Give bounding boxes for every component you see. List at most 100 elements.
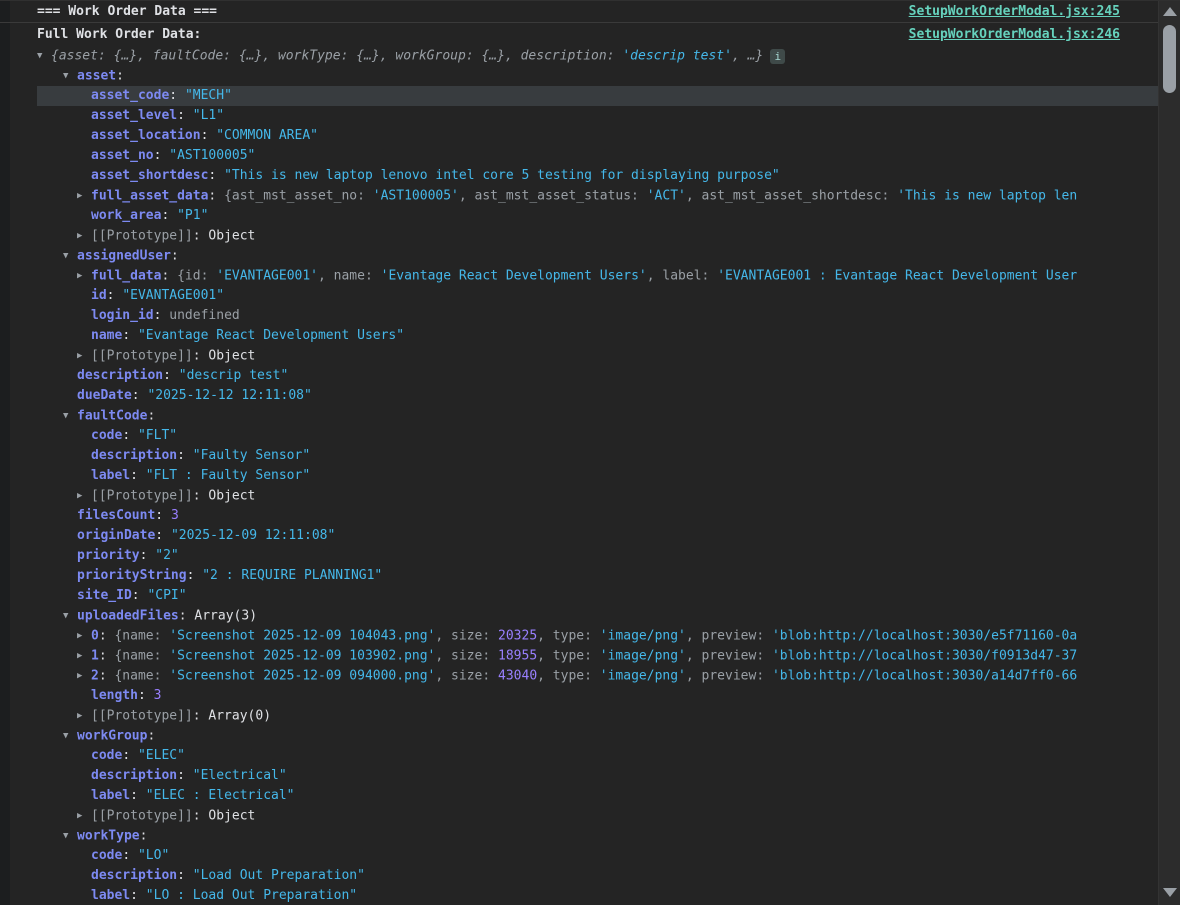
info-icon[interactable]: i: [770, 49, 785, 64]
expand-arrow-open-icon[interactable]: ▼: [63, 246, 77, 266]
tree-row[interactable]: label: "LO : Load Out Preparation": [0, 886, 1158, 905]
expand-arrow-closed-icon[interactable]: ▶: [77, 666, 91, 686]
seg-str: "2025-12-12 12:11:08": [147, 388, 311, 403]
tree-row[interactable]: ▼faultCode:: [0, 406, 1158, 426]
seg-gray: {ast_mst_asset_no:: [224, 189, 373, 204]
seg-proto: [[Prototype]]: [91, 489, 193, 504]
tree-row[interactable]: label: "ELEC : Electrical": [0, 786, 1158, 806]
expand-arrow-open-icon[interactable]: ▼: [63, 606, 77, 626]
seg-gray: , label:: [647, 269, 717, 284]
seg-plain: :: [193, 489, 209, 504]
tree-row[interactable]: description: "descrip test": [0, 366, 1158, 386]
seg-str: "EVANTAGE001": [122, 288, 224, 303]
expand-arrow-closed-icon[interactable]: ▶: [77, 486, 91, 506]
tree-row[interactable]: name: "Evantage React Development Users": [0, 326, 1158, 346]
tree-row[interactable]: ▶[[Prototype]]: Object: [0, 226, 1158, 246]
tree-row[interactable]: ▶2: {name: 'Screenshot 2025-12-09 094000…: [0, 666, 1158, 686]
object-tree: ▼{asset: {…}, faultCode: {…}, workType: …: [0, 46, 1158, 905]
tree-row[interactable]: ▼asset:: [0, 66, 1158, 86]
tree-row[interactable]: ▶[[Prototype]]: Array(0): [0, 706, 1158, 726]
tree-row[interactable]: id: "EVANTAGE001": [0, 286, 1158, 306]
seg-key: full_asset_data: [91, 189, 208, 204]
expand-arrow-open-icon[interactable]: ▼: [37, 46, 51, 66]
tree-row[interactable]: filesCount: 3: [0, 506, 1158, 526]
seg-proto: [[Prototype]]: [91, 229, 193, 244]
tree-row[interactable]: ▶1: {name: 'Screenshot 2025-12-09 103902…: [0, 646, 1158, 666]
seg-key: asset_level: [91, 108, 177, 123]
seg-plain: :: [177, 868, 193, 883]
tree-row[interactable]: ▼{asset: {…}, faultCode: {…}, workType: …: [0, 46, 1158, 66]
expand-arrow-closed-icon[interactable]: ▶: [77, 186, 91, 206]
tree-row[interactable]: priorityString: "2 : REQUIRE PLANNING1": [0, 566, 1158, 586]
expand-arrow-open-icon[interactable]: ▼: [63, 726, 77, 746]
tree-row[interactable]: ▶full_data: {id: 'EVANTAGE001', name: 'E…: [0, 266, 1158, 286]
tree-row[interactable]: dueDate: "2025-12-12 12:11:08": [0, 386, 1158, 406]
expand-arrow-open-icon[interactable]: ▼: [63, 66, 77, 86]
seg-gray: , preview:: [686, 649, 772, 664]
tree-row[interactable]: label: "FLT : Faulty Sensor": [0, 466, 1158, 486]
source-link[interactable]: SetupWorkOrderModal.jsx:245: [909, 4, 1120, 19]
seg-key: priority: [77, 548, 140, 563]
tree-row[interactable]: asset_code: "MECH": [0, 86, 1158, 106]
tree-row[interactable]: ▶full_asset_data: {ast_mst_asset_no: 'AS…: [0, 186, 1158, 206]
tree-row[interactable]: ▶[[Prototype]]: Object: [0, 346, 1158, 366]
source-link[interactable]: SetupWorkOrderModal.jsx:246: [909, 27, 1120, 42]
seg-gray: , preview:: [686, 669, 772, 684]
tree-row[interactable]: code: "ELEC": [0, 746, 1158, 766]
tree-row[interactable]: login_id: undefined: [0, 306, 1158, 326]
tree-row[interactable]: code: "LO": [0, 846, 1158, 866]
tree-row[interactable]: ▶[[Prototype]]: Object: [0, 486, 1158, 506]
scroll-down-arrow-icon[interactable]: [1159, 885, 1180, 901]
seg-plain: :: [161, 208, 177, 223]
seg-plain: :: [179, 609, 195, 624]
tree-row[interactable]: originDate: "2025-12-09 12:11:08": [0, 526, 1158, 546]
seg-key: workType: [77, 829, 140, 844]
tree-row[interactable]: priority: "2": [0, 546, 1158, 566]
scrollbar-thumb[interactable]: [1163, 25, 1176, 93]
tree-row[interactable]: work_area: "P1": [0, 206, 1158, 226]
expand-arrow-open-icon[interactable]: ▼: [63, 406, 77, 426]
seg-str: "This is new laptop lenovo intel core 5 …: [224, 168, 780, 183]
seg-gray: {name:: [114, 649, 169, 664]
tree-row[interactable]: ▶0: {name: 'Screenshot 2025-12-09 104043…: [0, 626, 1158, 646]
seg-key: description: [91, 868, 177, 883]
seg-str: "2": [155, 548, 178, 563]
tree-row[interactable]: site_ID: "CPI": [0, 586, 1158, 606]
tree-row[interactable]: asset_location: "COMMON AREA": [0, 126, 1158, 146]
expand-arrow-closed-icon[interactable]: ▶: [77, 346, 91, 366]
seg-key: site_ID: [77, 588, 132, 603]
tree-row[interactable]: description: "Electrical": [0, 766, 1158, 786]
expand-arrow-closed-icon[interactable]: ▶: [77, 626, 91, 646]
seg-proto: [[Prototype]]: [91, 809, 193, 824]
seg-str: "FLT : Faulty Sensor": [146, 468, 310, 483]
seg-plain: :: [99, 649, 115, 664]
tree-row[interactable]: ▼workType:: [0, 826, 1158, 846]
expand-arrow-closed-icon[interactable]: ▶: [77, 806, 91, 826]
tree-row[interactable]: code: "FLT": [0, 426, 1158, 446]
scrollbar[interactable]: [1158, 1, 1180, 905]
tree-row[interactable]: asset_level: "L1": [0, 106, 1158, 126]
seg-key: description: [91, 448, 177, 463]
tree-row[interactable]: asset_no: "AST100005": [0, 146, 1158, 166]
expand-arrow-open-icon[interactable]: ▼: [63, 826, 77, 846]
seg-proto: [[Prototype]]: [91, 349, 193, 364]
tree-row[interactable]: ▼workGroup:: [0, 726, 1158, 746]
expand-arrow-closed-icon[interactable]: ▶: [77, 646, 91, 666]
seg-key: code: [91, 428, 122, 443]
seg-str: "2 : REQUIRE PLANNING1": [202, 568, 382, 583]
seg-plain: :: [140, 548, 156, 563]
expand-arrow-closed-icon[interactable]: ▶: [77, 226, 91, 246]
expand-arrow-closed-icon[interactable]: ▶: [77, 706, 91, 726]
seg-plain: :: [154, 308, 170, 323]
tree-row[interactable]: ▼uploadedFiles: Array(3): [0, 606, 1158, 626]
scroll-up-arrow-icon[interactable]: [1159, 4, 1180, 20]
tree-row[interactable]: ▶[[Prototype]]: Object: [0, 806, 1158, 826]
seg-num: 3: [171, 508, 179, 523]
tree-row[interactable]: asset_shortdesc: "This is new laptop len…: [0, 166, 1158, 186]
tree-row[interactable]: ▼assignedUser:: [0, 246, 1158, 266]
tree-row[interactable]: length: 3: [0, 686, 1158, 706]
tree-row[interactable]: description: "Load Out Preparation": [0, 866, 1158, 886]
seg-str: "Faulty Sensor": [193, 448, 310, 463]
expand-arrow-closed-icon[interactable]: ▶: [77, 266, 91, 286]
tree-row[interactable]: description: "Faulty Sensor": [0, 446, 1158, 466]
